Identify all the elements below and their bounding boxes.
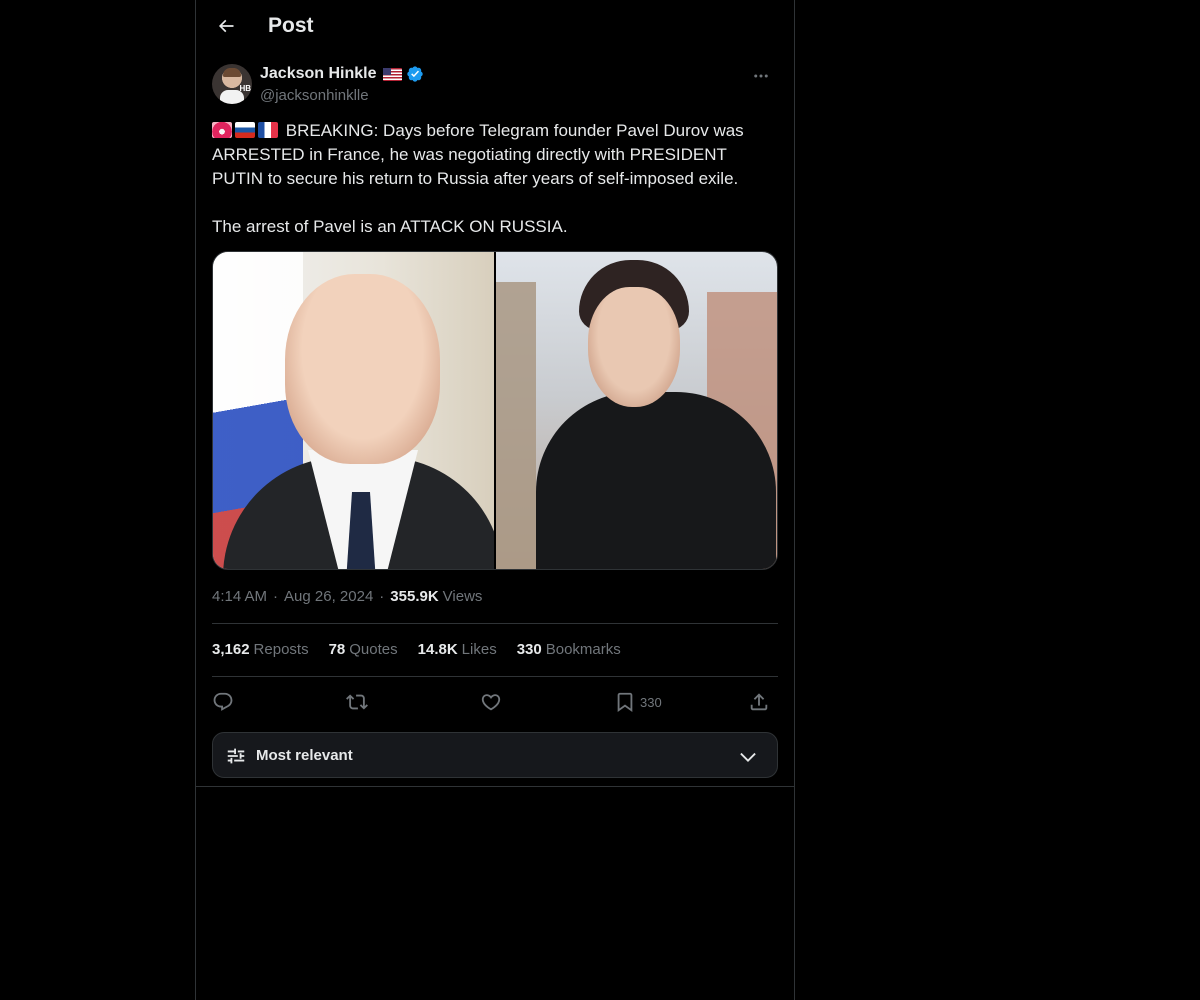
- reply-button[interactable]: [212, 686, 234, 718]
- post-line-1: BREAKING: Days before Telegram founder P…: [212, 121, 744, 188]
- post-author: HB Jackson Hinkle @jacksonhinklle: [212, 64, 778, 108]
- avatar[interactable]: HB: [212, 64, 252, 104]
- reply-icon: [213, 692, 233, 711]
- bookmark-icon: [617, 692, 633, 713]
- author-handle[interactable]: @jacksonhinklle: [260, 87, 369, 104]
- post-stats: 3,162 Reposts 78 Quotes 14.8K Likes 330 …: [212, 641, 621, 658]
- sort-label: Most relevant: [256, 747, 353, 764]
- meta-separator: ·: [273, 588, 279, 605]
- repost-button[interactable]: [346, 686, 368, 718]
- post-media: [212, 251, 778, 570]
- reposts-stat[interactable]: 3,162 Reposts: [212, 641, 309, 658]
- sliders-icon: [227, 748, 245, 764]
- quotes-stat[interactable]: 78 Quotes: [329, 641, 398, 658]
- likes-label: Likes: [461, 641, 497, 658]
- post-time[interactable]: 4:14 AM: [212, 588, 267, 605]
- photo-putin[interactable]: [213, 252, 494, 569]
- quotes-count: 78: [328, 641, 346, 658]
- divider: [196, 786, 794, 787]
- bookmarks-count: 330: [516, 641, 542, 658]
- avatar-hair: [223, 68, 241, 77]
- arrow-left-icon: [218, 19, 234, 33]
- action-bar: 330: [212, 686, 778, 718]
- views-count: 355.9K: [390, 588, 439, 605]
- name-row: Jackson Hinkle: [260, 65, 424, 83]
- replies-sort-dropdown[interactable]: Most relevant: [212, 732, 778, 778]
- likes-stat[interactable]: 14.8K Likes: [418, 641, 497, 658]
- post-column: Post HB Jackson Hinkle @jacksonhinklle B…: [195, 0, 795, 1000]
- us-flag-icon: [382, 67, 402, 81]
- divider: [212, 676, 778, 677]
- avatar-badge: HB: [239, 84, 251, 93]
- jacket: [536, 392, 776, 569]
- verified-badge-icon[interactable]: [406, 65, 424, 83]
- post-text: BREAKING: Days before Telegram founder P…: [212, 119, 778, 239]
- post-paragraph-1: BREAKING: Days before Telegram founder P…: [212, 119, 778, 191]
- page-title: Post: [268, 14, 314, 37]
- heart-icon: [481, 694, 501, 711]
- back-button[interactable]: [208, 8, 244, 44]
- reposts-count: 3,162: [212, 641, 250, 658]
- divider: [212, 623, 778, 624]
- photo-durov[interactable]: [496, 252, 777, 569]
- post-date[interactable]: Aug 26, 2024: [284, 588, 373, 605]
- views-label: Views: [442, 588, 483, 605]
- like-button[interactable]: [480, 686, 502, 718]
- top-bar: Post: [196, 0, 794, 54]
- post-meta: 4:14 AM · Aug 26, 2024 · 355.9K Views: [212, 588, 482, 605]
- building-left: [496, 282, 536, 569]
- reposts-label: Reposts: [253, 641, 309, 658]
- face: [588, 287, 680, 407]
- repost-icon: [346, 694, 368, 710]
- quotes-label: Quotes: [349, 641, 398, 658]
- post-line-2: The arrest of Pavel is an ATTACK ON RUSS…: [212, 217, 568, 236]
- siren-emoji: [212, 122, 232, 138]
- share-button[interactable]: [748, 686, 770, 718]
- likes-count: 14.8K: [417, 641, 458, 658]
- chevron-down-icon: [740, 752, 756, 762]
- more-options-button[interactable]: [744, 64, 778, 88]
- bookmarks-label: Bookmarks: [545, 641, 621, 658]
- more-horizontal-icon: [754, 74, 768, 78]
- face: [285, 274, 440, 464]
- russia-flag-emoji: [235, 122, 255, 138]
- bookmark-button[interactable]: 330: [614, 686, 662, 718]
- author-display-name[interactable]: Jackson Hinkle: [260, 65, 377, 83]
- france-flag-emoji: [258, 122, 278, 138]
- share-icon: [750, 693, 768, 711]
- bookmark-count: 330: [640, 694, 662, 710]
- bookmarks-stat[interactable]: 330 Bookmarks: [517, 641, 621, 658]
- meta-separator: ·: [379, 588, 385, 605]
